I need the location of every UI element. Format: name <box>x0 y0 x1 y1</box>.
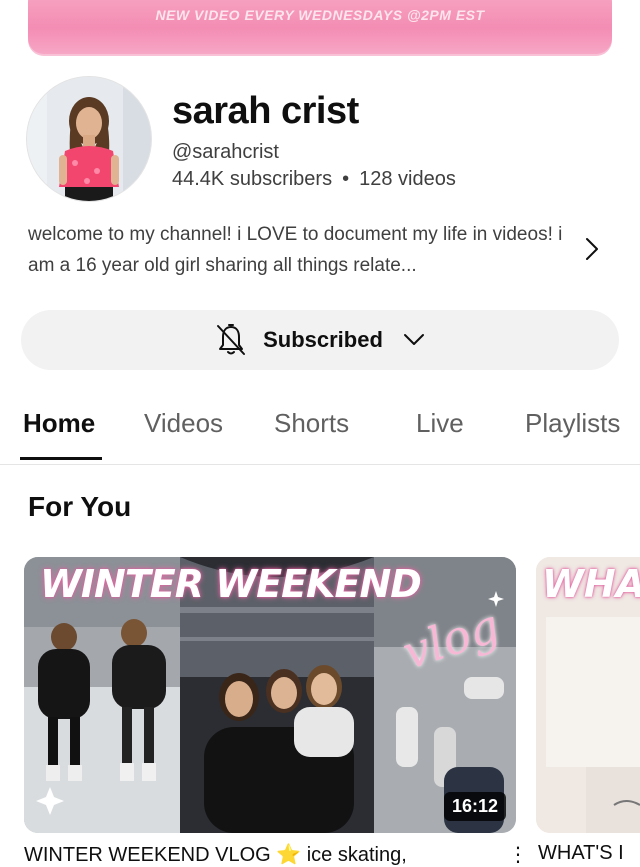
channel-stats: 44.4K subscribers • 128 videos <box>172 168 456 191</box>
thumbnail-title-text: WINTER WEEKEND <box>40 562 422 606</box>
more-vert-icon[interactable]: ⋮ <box>508 842 528 867</box>
channel-tabs: Home Videos Shorts Live Playlists <box>0 396 640 465</box>
thumbnail-2-title-text: WHA <box>542 562 640 606</box>
stats-separator: • <box>342 168 350 190</box>
channel-handle: @sarahcrist <box>172 141 279 163</box>
tab-shorts[interactable]: Shorts <box>274 408 349 439</box>
subscriber-count: 44.4K subscribers <box>172 168 333 190</box>
video-title[interactable]: WINTER WEEKEND VLOG ⭐ ice skating, <box>24 842 494 867</box>
tab-playlists[interactable]: Playlists <box>525 408 620 439</box>
active-tab-indicator <box>20 457 102 460</box>
video-title-2[interactable]: WHAT'S I <box>538 842 624 865</box>
channel-banner: NEW VIDEO EVERY WEDNESDAYS @2PM EST <box>28 0 612 56</box>
subscribed-button[interactable]: Subscribed <box>21 310 619 370</box>
section-title: For You <box>28 491 132 522</box>
tab-videos[interactable]: Videos <box>144 408 223 439</box>
chevron-right-icon[interactable] <box>582 236 602 262</box>
subscribed-label: Subscribed <box>263 327 383 352</box>
avatar-image <box>27 77 151 201</box>
banner-text: NEW VIDEO EVERY WEDNESDAYS @2PM EST <box>155 7 485 23</box>
tab-live[interactable]: Live <box>416 408 464 439</box>
chevron-down-icon <box>403 334 424 345</box>
channel-description[interactable]: welcome to my channel! i LOVE to documen… <box>28 219 568 281</box>
channel-name: sarah crist <box>172 90 359 132</box>
bell-off-icon <box>217 324 246 355</box>
tab-home[interactable]: Home <box>23 408 95 439</box>
channel-avatar[interactable] <box>26 76 152 202</box>
video-duration: 16:12 <box>443 792 506 821</box>
video-count: 128 videos <box>359 168 456 190</box>
